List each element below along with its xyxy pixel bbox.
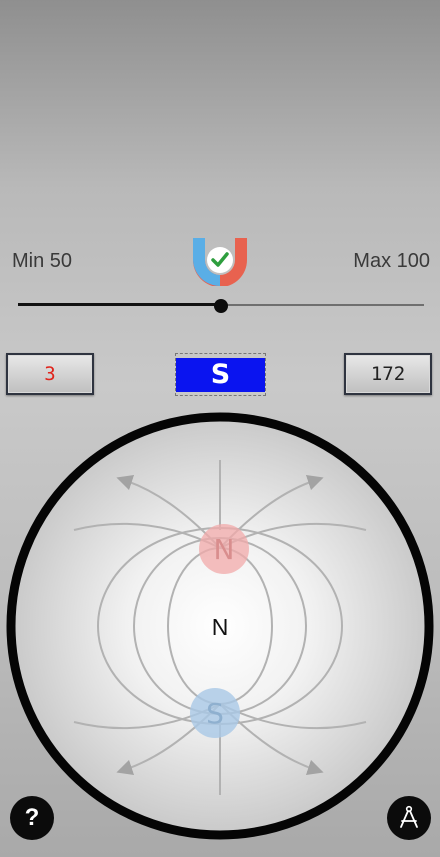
north-pole-label: N [214, 533, 235, 566]
left-readout: 3 [6, 353, 94, 395]
slider-thumb[interactable] [214, 299, 228, 313]
pole-indicator: S [175, 353, 266, 396]
slider-fill [18, 303, 221, 306]
field-center-label: N [211, 614, 229, 640]
max-label: Max 100 [353, 250, 430, 272]
magnet-check-icon [193, 238, 247, 286]
sensitivity-slider[interactable] [18, 296, 424, 316]
compass-drafting-icon [400, 805, 418, 828]
pole-indicator-label: S [176, 358, 265, 392]
min-label: Min 50 [12, 250, 73, 272]
calibrate-button[interactable] [387, 796, 431, 840]
help-button[interactable]: ? [10, 796, 54, 840]
south-pole-label: S [206, 697, 224, 730]
right-readout: 172 [344, 353, 432, 395]
